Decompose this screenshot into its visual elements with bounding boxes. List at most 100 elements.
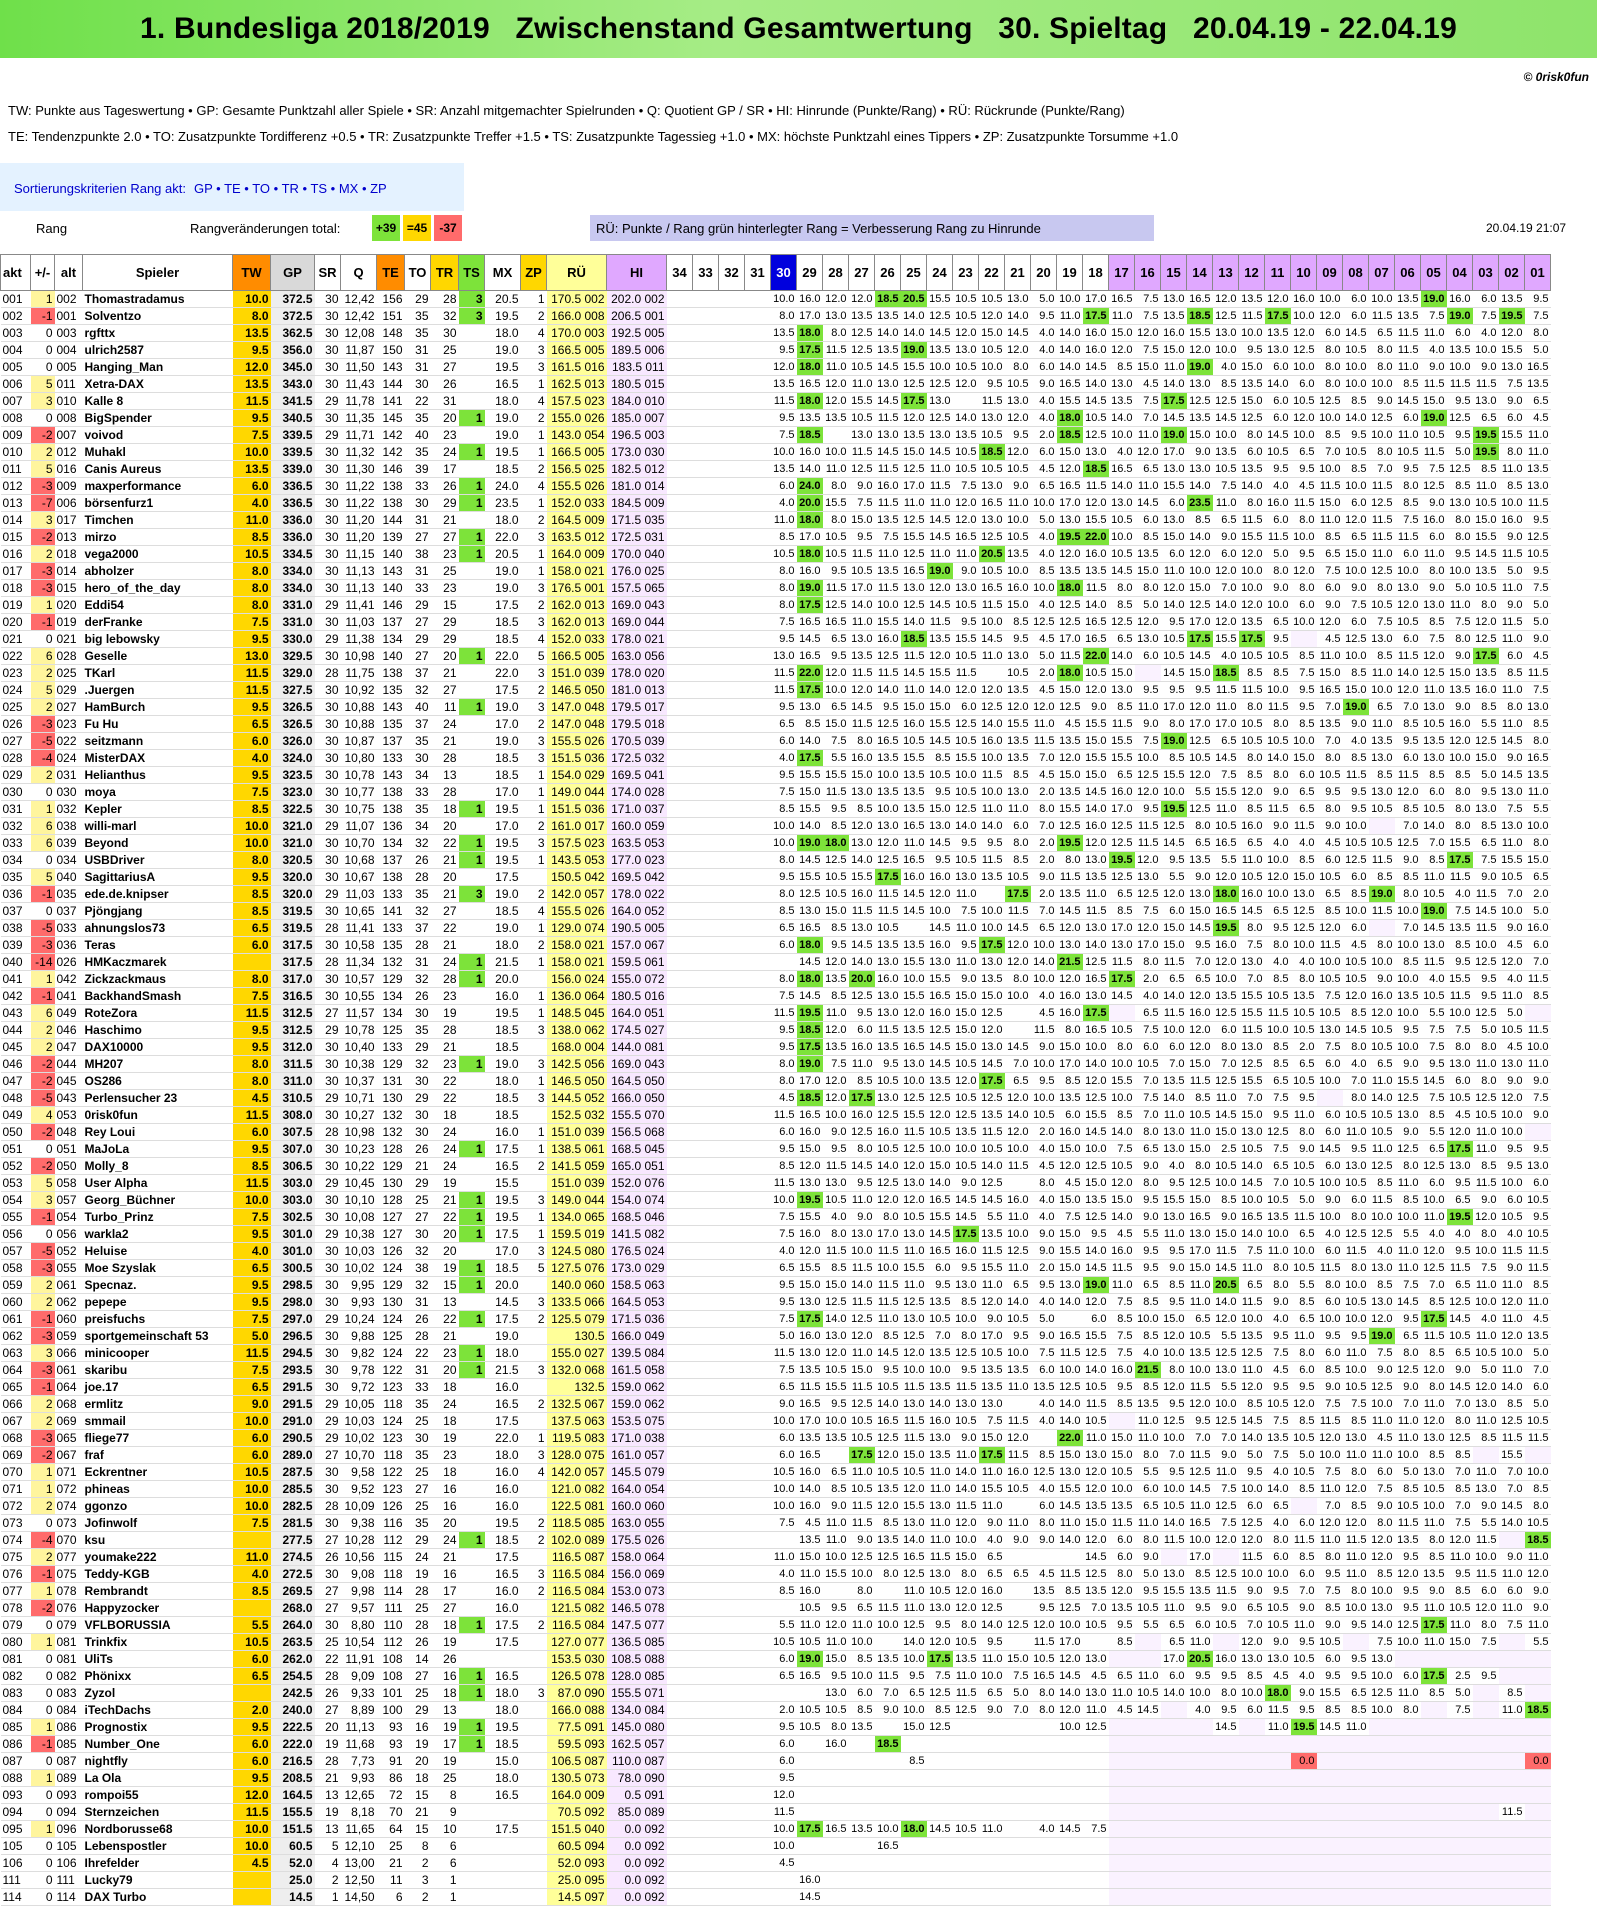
day-score bbox=[744, 409, 771, 427]
day-score: 14.5 bbox=[1004, 919, 1031, 937]
day-score: 10.0 bbox=[1290, 613, 1317, 631]
day-score: 6.0 bbox=[1394, 1667, 1421, 1685]
day-score: 10.0 bbox=[848, 1565, 875, 1583]
second-half: 127.5 076 bbox=[546, 1259, 607, 1277]
day-score: 8.0 bbox=[1446, 817, 1473, 835]
day-score: 10.5 bbox=[1368, 1123, 1395, 1141]
first-half: 155.5 071 bbox=[606, 1684, 667, 1702]
day-score bbox=[666, 647, 693, 665]
day-score bbox=[666, 1752, 693, 1770]
day-score: 8.5 bbox=[1056, 1072, 1083, 1090]
total-points: 339.0 bbox=[270, 460, 315, 478]
second-half: 121.5 082 bbox=[546, 1599, 607, 1617]
day-score: 11.5 bbox=[978, 1123, 1005, 1141]
rank-change-equal: =45 bbox=[403, 215, 431, 241]
day-score: 11.0 bbox=[1368, 1140, 1395, 1158]
day-score: 6.0 bbox=[1212, 1021, 1239, 1039]
day-score: 9.5 bbox=[1134, 800, 1161, 818]
first-half: 161.0 057 bbox=[606, 1446, 667, 1464]
day-score: 4.5 bbox=[770, 1854, 797, 1872]
day-score: 11.5 bbox=[1056, 1565, 1083, 1583]
day-score: 19.0 bbox=[1368, 885, 1395, 903]
day-score bbox=[744, 1599, 771, 1617]
table-row: 114 0 114 DAX Turbo 14.5 1 14,50 6 2 1 14.5 097 0.0… bbox=[0, 1888, 1551, 1906]
day-score: 12.5 bbox=[900, 375, 927, 393]
day-score bbox=[718, 1361, 745, 1379]
day-score: 15.5 bbox=[900, 528, 927, 546]
day-points: 10.0 bbox=[232, 817, 271, 835]
day-score: 13.5 bbox=[874, 562, 901, 580]
day-score bbox=[744, 1650, 771, 1668]
day-score: 12.5 bbox=[900, 545, 927, 563]
day-score bbox=[1498, 1650, 1525, 1668]
rank-previous: 071 bbox=[54, 1463, 83, 1481]
day-score bbox=[718, 392, 745, 410]
day-score bbox=[718, 1718, 745, 1736]
tendency-points: 124 bbox=[376, 1310, 405, 1328]
max-points: 20.0 bbox=[484, 970, 521, 988]
max-points: 16.5 bbox=[484, 1157, 521, 1175]
hit-points: 16 bbox=[430, 1497, 459, 1515]
day-score: 6.5 bbox=[1004, 1072, 1031, 1090]
day-score: 12.5 bbox=[1186, 1463, 1213, 1481]
day-score bbox=[666, 1531, 693, 1549]
day-score bbox=[1368, 1871, 1395, 1889]
day-score bbox=[978, 1888, 1005, 1906]
day-score bbox=[718, 613, 745, 631]
day-score: 12.5 bbox=[1212, 307, 1239, 325]
table-row: 073 0 073 Jofinwolf 7.5 281.5 30 9,38 116 35 20 19.… bbox=[0, 1514, 1551, 1532]
first-half: 171.0 038 bbox=[606, 1429, 667, 1447]
table-row: 019 1 020 Eddi54 8.0 331.0 29 11,41 146 29 15 17.5 2… bbox=[0, 596, 1551, 614]
tendency-points: 133 bbox=[376, 1038, 405, 1056]
max-points: 17.5 bbox=[484, 681, 521, 699]
day-score: 12.5 bbox=[1160, 817, 1187, 835]
second-half: 151.0 039 bbox=[546, 1174, 607, 1192]
day-score bbox=[718, 1412, 745, 1430]
rank-change: 5 bbox=[30, 375, 55, 393]
day-score: 15.5 bbox=[1498, 851, 1525, 869]
day-score: 8.5 bbox=[1290, 1412, 1317, 1430]
day-score: 6.5 bbox=[770, 715, 797, 733]
day-score bbox=[666, 953, 693, 971]
rank-current: 037 bbox=[0, 902, 31, 920]
day-score bbox=[1472, 1735, 1499, 1753]
day-score bbox=[1108, 1769, 1135, 1787]
day-score: 9.0 bbox=[1472, 868, 1499, 886]
day-score: 10.5 bbox=[848, 409, 875, 427]
day-score: 11.5 bbox=[1472, 1565, 1499, 1583]
day-score: 10.0 bbox=[1004, 511, 1031, 529]
day-score: 13.5 bbox=[1160, 1072, 1187, 1090]
max-points: 16.0 bbox=[484, 1378, 521, 1396]
column-header-day-14: 14 bbox=[1186, 254, 1213, 291]
player-name: Number_One bbox=[82, 1735, 233, 1753]
day-score: 7.5 bbox=[1004, 1667, 1031, 1685]
rounds-played: 30 bbox=[314, 1072, 341, 1090]
day-win-points: 1 bbox=[458, 1344, 485, 1362]
day-score bbox=[1342, 1837, 1369, 1855]
day-score: 6.5 bbox=[770, 919, 797, 937]
day-score: 7.5 bbox=[1524, 579, 1551, 597]
day-score: 13.5 bbox=[874, 749, 901, 767]
day-score bbox=[744, 1633, 771, 1651]
day-score: 16.0 bbox=[848, 749, 875, 767]
day-score bbox=[1420, 1871, 1447, 1889]
day-score: 12.0 bbox=[1134, 919, 1161, 937]
rank-previous: 026 bbox=[54, 953, 83, 971]
rank-previous: 007 bbox=[54, 426, 83, 444]
player-name: 0risk0fun bbox=[82, 1106, 233, 1124]
rank-previous: 004 bbox=[54, 341, 83, 359]
table-row: 053 5 058 User Alpha 11.5 303.0 29 10,45 130 29 19… bbox=[0, 1174, 1551, 1192]
day-score: 17.0 bbox=[796, 1412, 823, 1430]
day-score: 9.5 bbox=[1472, 1667, 1499, 1685]
day-score: 9.5 bbox=[952, 1259, 979, 1277]
day-score bbox=[744, 1038, 771, 1056]
rank-previous: 051 bbox=[54, 1140, 83, 1158]
day-score: 11.5 bbox=[1446, 375, 1473, 393]
day-score: 13.0 bbox=[822, 1327, 849, 1345]
day-score bbox=[1004, 1871, 1031, 1889]
day-score bbox=[744, 1072, 771, 1090]
day-score bbox=[1498, 1854, 1525, 1872]
rounds-played: 30 bbox=[314, 749, 341, 767]
day-score bbox=[1394, 1820, 1421, 1838]
tendency-points: 141 bbox=[376, 902, 405, 920]
